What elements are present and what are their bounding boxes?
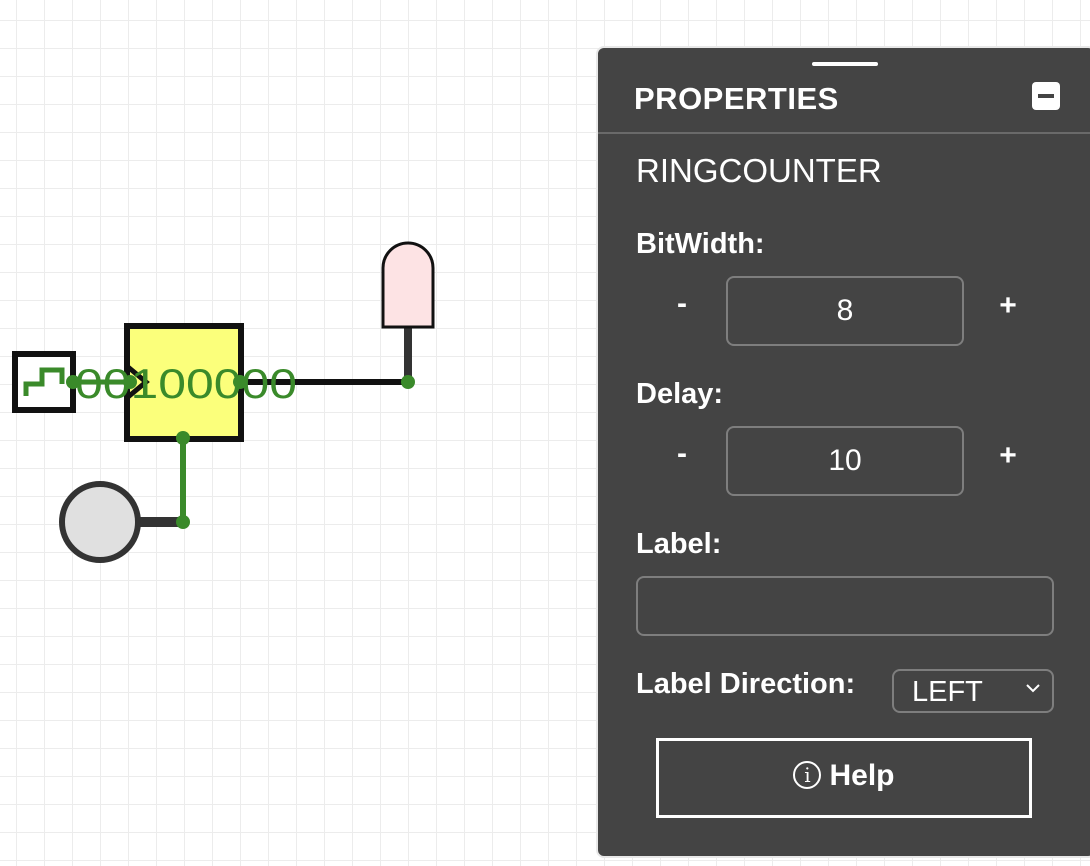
wire-node[interactable]: [176, 515, 190, 529]
component-name: RINGCOUNTER: [636, 152, 882, 189]
label-direction-value: LEFT: [912, 676, 983, 708]
wire-node[interactable]: [66, 375, 80, 389]
clock-input[interactable]: [12, 351, 76, 413]
delay-increment-button[interactable]: +: [988, 436, 1028, 476]
delay-input[interactable]: [726, 426, 964, 496]
led-output[interactable]: [381, 241, 435, 329]
help-button[interactable]: i Help: [656, 738, 1032, 818]
panel-title: PROPERTIES: [634, 81, 839, 116]
bitwidth-input[interactable]: [726, 276, 964, 346]
label-direction-select[interactable]: LEFT: [892, 669, 1054, 713]
bitwidth-decrement-button[interactable]: -: [662, 284, 702, 324]
minus-icon: [1038, 94, 1054, 98]
panel-drag-handle[interactable]: [812, 62, 878, 66]
wire-node[interactable]: [401, 375, 415, 389]
bitwidth-label: BitWidth:: [636, 228, 765, 260]
label-input[interactable]: [636, 576, 1054, 636]
push-button-input[interactable]: [59, 481, 141, 563]
label-direction-label: Label Direction:: [636, 668, 856, 700]
circuit-diagram[interactable]: 00100000: [0, 0, 600, 600]
minimize-button[interactable]: [1032, 82, 1060, 110]
wire-node[interactable]: [233, 375, 247, 389]
wire-node[interactable]: [123, 375, 137, 389]
properties-panel: PROPERTIES RINGCOUNTER BitWidth: - + Del…: [596, 46, 1090, 858]
info-icon: i: [793, 761, 822, 789]
chevron-down-icon: [1026, 684, 1040, 693]
delay-decrement-button[interactable]: -: [662, 434, 702, 474]
help-label: Help: [829, 759, 895, 792]
bitwidth-increment-button[interactable]: +: [988, 286, 1028, 326]
wire-node[interactable]: [176, 431, 190, 445]
panel-divider: [598, 132, 1090, 134]
delay-label: Delay:: [636, 378, 724, 410]
label-field-label: Label:: [636, 528, 722, 560]
